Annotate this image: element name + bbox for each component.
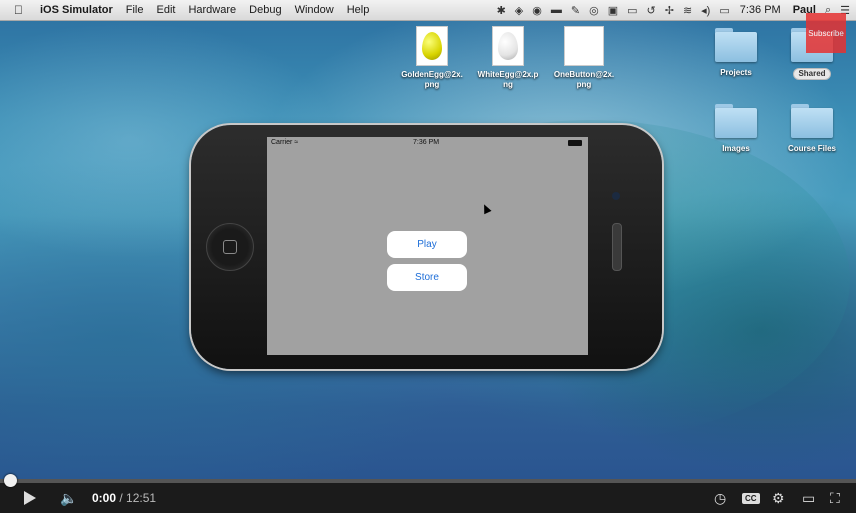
image-thumbnail bbox=[492, 26, 524, 66]
time-machine-icon[interactable]: ↺ bbox=[647, 4, 656, 17]
volume-button[interactable]: 🔈 bbox=[60, 486, 77, 510]
gear-icon: ⚙ bbox=[772, 489, 785, 506]
asterisk-icon[interactable]: ✱ bbox=[497, 4, 506, 17]
menu-debug[interactable]: Debug bbox=[249, 4, 281, 16]
store-button[interactable]: Store bbox=[387, 264, 467, 291]
earpiece-speaker bbox=[612, 223, 622, 271]
battery-icon bbox=[568, 140, 582, 146]
clock-icon: ◷ bbox=[714, 489, 727, 506]
menu-window[interactable]: Window bbox=[295, 4, 334, 16]
image-thumbnail bbox=[416, 26, 448, 66]
golden-egg-icon bbox=[422, 32, 442, 60]
file-label-line1: GoldenEgg@2x. bbox=[401, 70, 463, 79]
front-camera bbox=[612, 192, 620, 200]
bluetooth-icon[interactable]: ✢ bbox=[665, 4, 674, 17]
globe-icon[interactable]: ◉ bbox=[532, 4, 542, 17]
play-button[interactable] bbox=[24, 486, 36, 510]
circle-icon[interactable]: ◎ bbox=[589, 4, 599, 17]
desktop:  iOS Simulator File Edit Hardware Debug… bbox=[0, 0, 856, 479]
watch-later-button[interactable]: ◷ bbox=[714, 486, 726, 510]
play-icon bbox=[24, 491, 36, 505]
current-time: 0:00 bbox=[92, 491, 117, 505]
file-label-line2: ng bbox=[503, 80, 513, 89]
white-egg-icon bbox=[498, 32, 518, 60]
wrench-icon[interactable]: ✎ bbox=[571, 4, 580, 17]
camera-icon[interactable]: ▣ bbox=[608, 4, 618, 17]
cc-icon: CC bbox=[742, 492, 760, 504]
desktop-file-whiteegg[interactable]: WhiteEgg@2x.p ng bbox=[473, 26, 543, 90]
volume-icon[interactable]: ◂) bbox=[701, 4, 710, 17]
folder-label: Images bbox=[722, 144, 750, 153]
fullscreen-button[interactable]: ⛶ bbox=[830, 486, 840, 510]
status-area: ✱ ◈ ◉ ▬ ✎ ◎ ▣ ▭ ↺ ✢ ≋ ◂) ▭ 7:36 PM Paul … bbox=[488, 0, 850, 20]
file-label-line1: OneButton@2x. bbox=[553, 70, 615, 79]
menu-edit[interactable]: Edit bbox=[156, 4, 175, 16]
app-status-icon[interactable]: ◈ bbox=[515, 4, 523, 17]
display-icon[interactable]: ▬ bbox=[551, 4, 562, 16]
folder-course-files[interactable]: Course Files bbox=[777, 104, 847, 154]
settings-button[interactable]: ⚙ bbox=[772, 486, 785, 510]
folder-icon bbox=[791, 104, 833, 138]
total-time: 12:51 bbox=[126, 491, 157, 505]
menubar-clock[interactable]: 7:36 PM bbox=[740, 4, 781, 16]
file-label-line2: png bbox=[424, 80, 440, 89]
simulator-screen[interactable]: Carrier ≈ 7:36 PM Play Store bbox=[267, 137, 588, 355]
folder-projects[interactable]: Projects bbox=[701, 28, 771, 78]
home-button[interactable] bbox=[206, 223, 254, 271]
desktop-file-goldenegg[interactable]: GoldenEgg@2x. png bbox=[397, 26, 467, 90]
folder-images[interactable]: Images bbox=[701, 104, 771, 154]
home-square-icon bbox=[223, 240, 237, 254]
file-label-line1: WhiteEgg@2x.p bbox=[477, 70, 539, 79]
folder-label: Projects bbox=[720, 68, 752, 77]
battery-icon[interactable]: ▭ bbox=[719, 4, 729, 17]
iphone-simulator: Carrier ≈ 7:36 PM Play Store bbox=[191, 125, 662, 369]
captions-button[interactable]: CC bbox=[742, 486, 760, 510]
theater-icon: ▭ bbox=[802, 489, 816, 506]
progress-scrubber[interactable] bbox=[4, 474, 17, 487]
desktop-file-onebutton[interactable]: OneButton@2x. png bbox=[549, 26, 619, 90]
image-thumbnail bbox=[564, 26, 604, 66]
fullscreen-icon: ⛶ bbox=[830, 489, 840, 506]
ios-status-bar: Carrier ≈ 7:36 PM bbox=[267, 137, 588, 149]
subscribe-button[interactable]: Subscribe bbox=[806, 13, 846, 53]
menu-hardware[interactable]: Hardware bbox=[188, 4, 236, 16]
menubar:  iOS Simulator File Edit Hardware Debug… bbox=[0, 0, 856, 21]
carrier-label: Carrier ≈ bbox=[271, 139, 299, 146]
menu-app-name[interactable]: iOS Simulator bbox=[40, 4, 113, 16]
wifi-icon: ≈ bbox=[294, 139, 299, 146]
ios-clock: 7:36 PM bbox=[413, 139, 440, 146]
progress-bar[interactable] bbox=[0, 479, 856, 483]
apple-icon[interactable]:  bbox=[14, 3, 28, 17]
play-button[interactable]: Play bbox=[387, 231, 467, 258]
menu-file[interactable]: File bbox=[126, 4, 144, 16]
file-label-line2: png bbox=[576, 80, 592, 89]
time-display: 0:00 / 12:51 bbox=[92, 486, 156, 510]
volume-icon: 🔈 bbox=[60, 489, 78, 506]
folder-label: Shared bbox=[793, 68, 831, 80]
airplay-icon[interactable]: ▭ bbox=[627, 4, 637, 17]
folder-icon bbox=[715, 28, 757, 62]
folder-icon bbox=[715, 104, 757, 138]
wifi-icon[interactable]: ≋ bbox=[683, 4, 692, 17]
menu-help[interactable]: Help bbox=[347, 4, 370, 16]
time-separator: / bbox=[116, 491, 127, 505]
theater-mode-button[interactable]: ▭ bbox=[802, 486, 815, 510]
folder-label: Course Files bbox=[787, 144, 836, 153]
